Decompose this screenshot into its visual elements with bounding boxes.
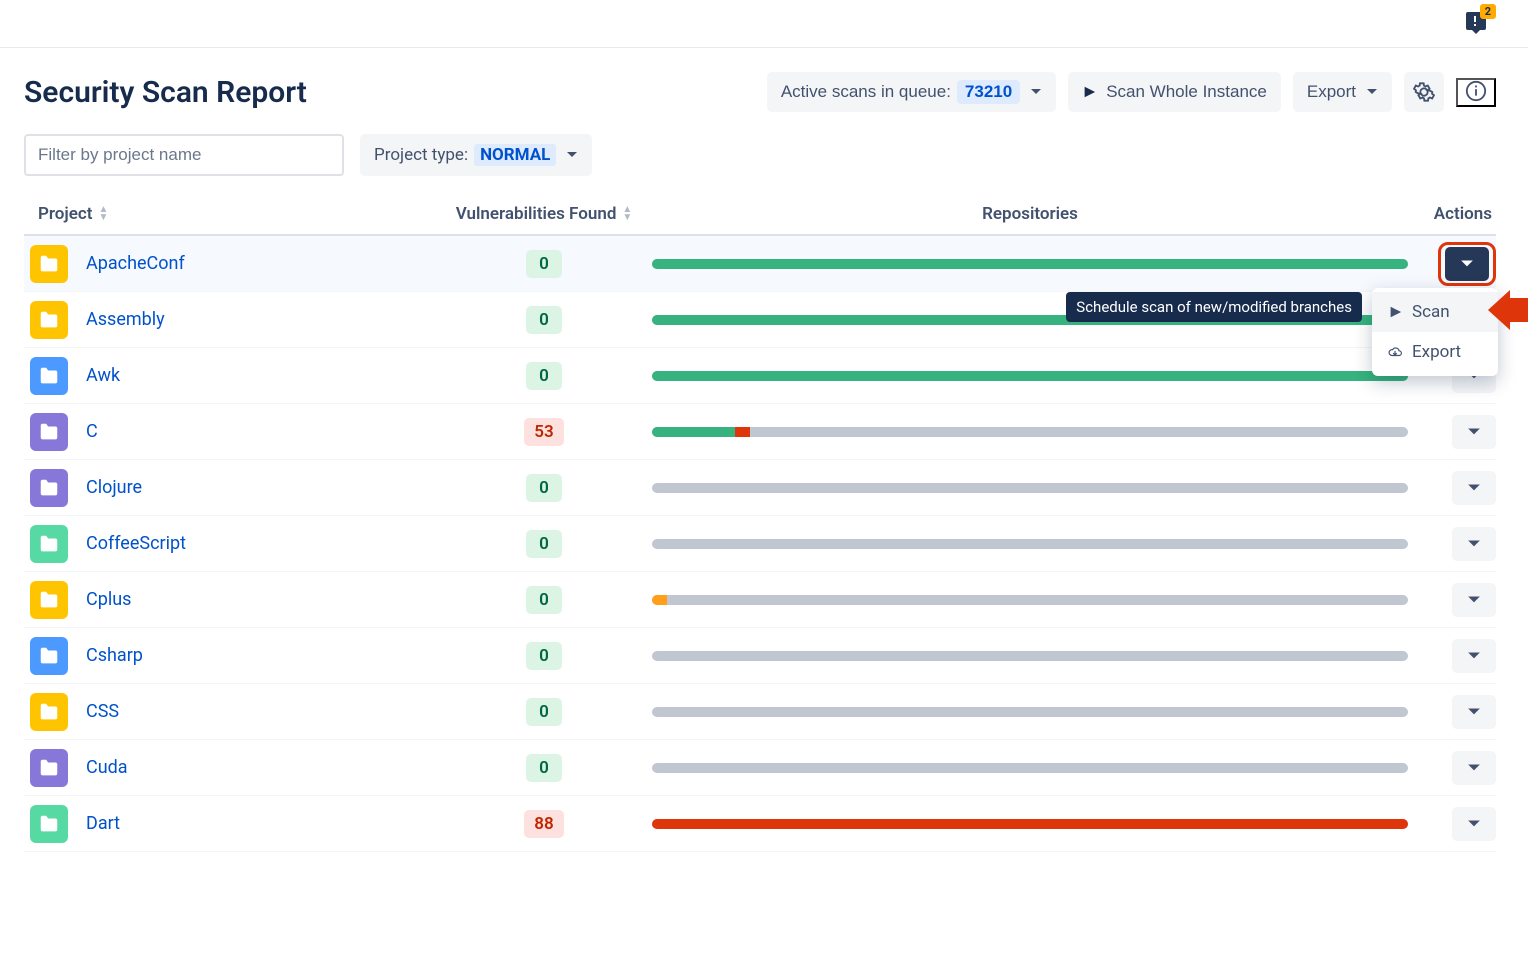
- vulnerability-count: 0: [526, 586, 562, 614]
- table-row: Dart 88: [24, 796, 1496, 852]
- vulnerability-count: 0: [526, 362, 562, 390]
- notifications-count: 2: [1480, 4, 1496, 19]
- table-row: CoffeeScript 0: [24, 516, 1496, 572]
- repository-bar: [652, 707, 1408, 717]
- queue-count: 73210: [957, 80, 1020, 104]
- row-actions-menu: Scan Export: [1372, 288, 1498, 376]
- highlight-annotation: [1438, 242, 1496, 286]
- vulnerability-count: 88: [524, 810, 563, 838]
- project-link[interactable]: CSS: [86, 701, 119, 722]
- project-link[interactable]: Csharp: [86, 645, 143, 666]
- table-row: Clojure 0: [24, 460, 1496, 516]
- folder-icon: [30, 749, 68, 787]
- project-link[interactable]: Clojure: [86, 477, 142, 498]
- scan-tooltip: Schedule scan of new/modified branches: [1066, 292, 1362, 322]
- row-actions-button[interactable]: [1452, 807, 1496, 841]
- chevron-down-icon: [566, 150, 578, 160]
- table-header: Project ▲▼ Vulnerabilities Found ▲▼ Repo…: [24, 196, 1496, 236]
- row-actions-button[interactable]: [1452, 583, 1496, 617]
- table-row: CSS 0: [24, 684, 1496, 740]
- table-row: Cplus 0: [24, 572, 1496, 628]
- repository-bar: [652, 595, 1408, 605]
- row-actions-button[interactable]: [1452, 415, 1496, 449]
- table-row: C 53: [24, 404, 1496, 460]
- page-header: Security Scan Report Active scans in que…: [24, 72, 1496, 112]
- folder-icon: [30, 525, 68, 563]
- row-actions-button[interactable]: [1452, 695, 1496, 729]
- folder-icon: [30, 637, 68, 675]
- projects-table: Project ▲▼ Vulnerabilities Found ▲▼ Repo…: [24, 196, 1496, 852]
- repository-bar: [652, 427, 1408, 437]
- project-link[interactable]: C: [86, 421, 98, 442]
- filters-row: Project type: NORMAL: [24, 134, 1496, 176]
- queue-label: Active scans in queue:: [781, 82, 951, 102]
- row-actions-button[interactable]: [1452, 639, 1496, 673]
- vulnerability-count: 0: [526, 698, 562, 726]
- project-type-label: Project type:: [374, 145, 468, 165]
- folder-icon: [30, 301, 68, 339]
- project-filter-input[interactable]: [24, 134, 344, 176]
- table-row: Awk 0: [24, 348, 1496, 404]
- settings-button[interactable]: [1404, 72, 1444, 112]
- folder-icon: [30, 693, 68, 731]
- notifications-icon[interactable]: 2: [1464, 10, 1488, 38]
- repository-bar: [652, 763, 1408, 773]
- project-type-dropdown[interactable]: Project type: NORMAL: [360, 134, 592, 176]
- vulnerability-count: 0: [526, 250, 562, 278]
- export-dropdown[interactable]: Export: [1293, 72, 1392, 112]
- folder-icon: [30, 245, 68, 283]
- project-type-value: NORMAL: [474, 144, 556, 166]
- vulnerability-count: 53: [524, 418, 563, 446]
- project-link[interactable]: Cplus: [86, 589, 131, 610]
- row-actions-button[interactable]: [1452, 527, 1496, 561]
- menu-item-export[interactable]: Export: [1372, 332, 1498, 372]
- chevron-down-icon: [1366, 87, 1378, 97]
- folder-icon: [30, 581, 68, 619]
- vulnerability-count: 0: [526, 754, 562, 782]
- chevron-down-icon: [1030, 87, 1042, 97]
- project-link[interactable]: CoffeeScript: [86, 533, 186, 554]
- top-bar: 2: [0, 0, 1528, 48]
- repository-bar: [652, 539, 1408, 549]
- table-row: Csharp 0: [24, 628, 1496, 684]
- vulnerability-count: 0: [526, 474, 562, 502]
- project-link[interactable]: Assembly: [86, 309, 165, 330]
- row-actions-button[interactable]: [1445, 247, 1489, 281]
- gear-icon: [1413, 81, 1435, 103]
- menu-item-scan[interactable]: Scan: [1372, 292, 1498, 332]
- sort-icon: ▲▼: [622, 206, 632, 222]
- table-row: ApacheConf0 Schedule scan of new/modifie…: [24, 236, 1496, 292]
- folder-icon: [30, 413, 68, 451]
- vulnerability-count: 0: [526, 530, 562, 558]
- project-link[interactable]: ApacheConf: [86, 253, 185, 274]
- col-header-vulnerabilities[interactable]: Vulnerabilities Found ▲▼: [444, 204, 644, 224]
- project-link[interactable]: Awk: [86, 365, 120, 386]
- scan-instance-button[interactable]: Scan Whole Instance: [1068, 72, 1281, 112]
- row-actions-button[interactable]: [1452, 751, 1496, 785]
- table-row: Cuda 0: [24, 740, 1496, 796]
- col-header-repositories: Repositories: [644, 204, 1416, 224]
- info-icon: [1465, 80, 1487, 102]
- info-button[interactable]: [1456, 78, 1496, 107]
- repository-bar: [652, 259, 1408, 269]
- col-header-project[interactable]: Project ▲▼: [24, 204, 444, 224]
- repository-bar: [652, 371, 1408, 381]
- folder-icon: [30, 805, 68, 843]
- page-title: Security Scan Report: [24, 75, 307, 110]
- arrow-annotation: [1510, 298, 1528, 322]
- queue-dropdown[interactable]: Active scans in queue: 73210: [767, 72, 1056, 112]
- play-icon: [1082, 85, 1096, 99]
- sort-icon: ▲▼: [98, 206, 108, 222]
- vulnerability-count: 0: [526, 306, 562, 334]
- repository-bar: [652, 651, 1408, 661]
- project-link[interactable]: Dart: [86, 813, 120, 834]
- folder-icon: [30, 469, 68, 507]
- col-header-actions: Actions: [1416, 204, 1496, 224]
- repository-bar: [652, 483, 1408, 493]
- repository-bar: [652, 819, 1408, 829]
- vulnerability-count: 0: [526, 642, 562, 670]
- folder-icon: [30, 357, 68, 395]
- row-actions-button[interactable]: [1452, 471, 1496, 505]
- project-link[interactable]: Cuda: [86, 757, 128, 778]
